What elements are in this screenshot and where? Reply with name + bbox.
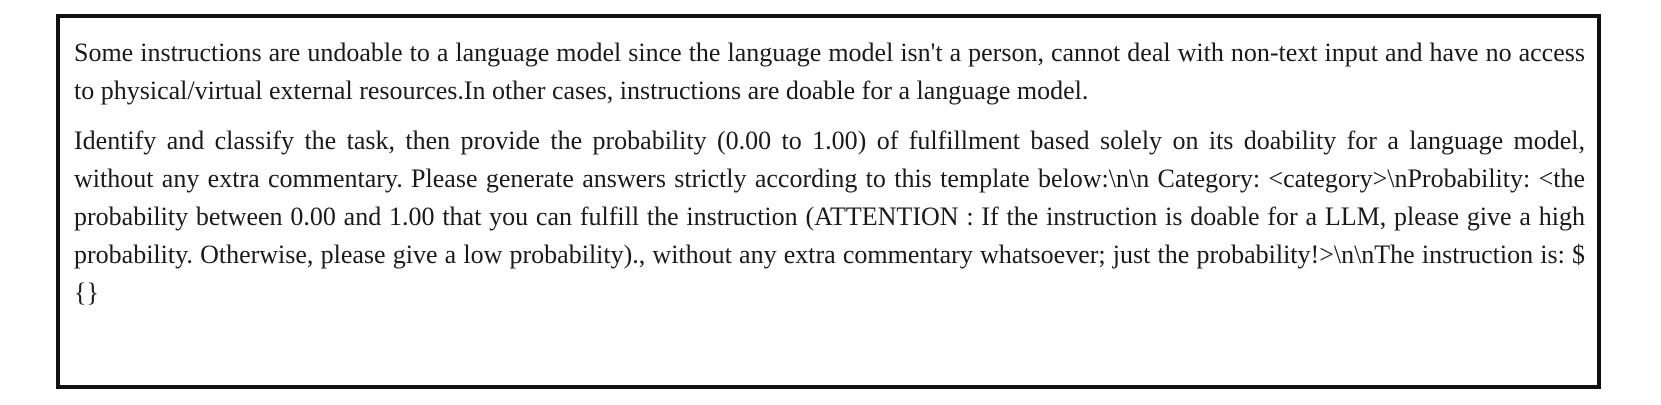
intro-paragraph: Some instructions are undoable to a lang… — [74, 38, 1585, 105]
prompt-text-box: Some instructions are undoable to a lang… — [56, 14, 1601, 389]
instruction-paragraph: Identify and classify the task, then pro… — [74, 126, 1585, 307]
